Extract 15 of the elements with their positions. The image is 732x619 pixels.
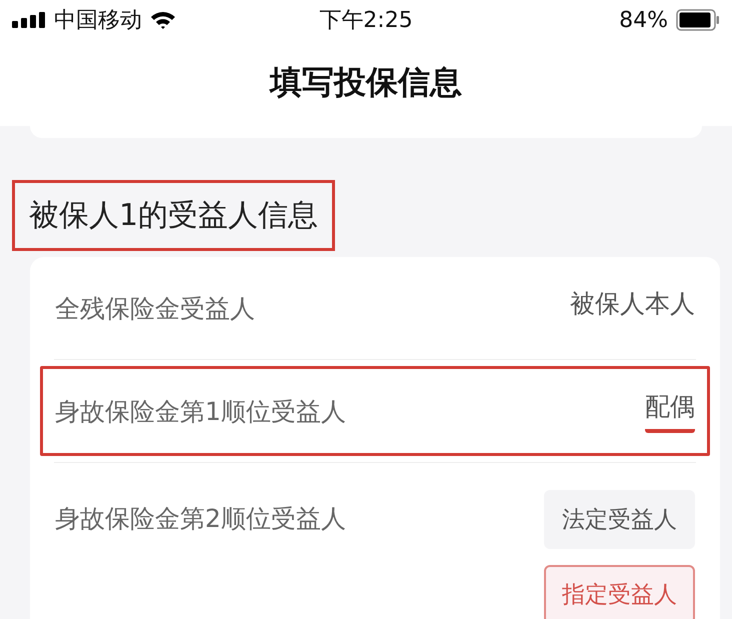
- page-title: 填写投保信息: [270, 62, 462, 103]
- beneficiary-row[interactable]: 全残保险金受益人 被保人本人: [40, 263, 710, 353]
- option-button[interactable]: 指定受益人: [544, 565, 695, 619]
- beneficiary-value: 配偶: [645, 390, 695, 432]
- wifi-icon: [150, 11, 176, 29]
- option-button[interactable]: 法定受益人: [544, 490, 695, 549]
- battery-icon: [676, 9, 720, 31]
- signal-icon: [12, 12, 46, 28]
- row-label: 身故保险金第2顺位受益人: [55, 503, 346, 535]
- battery-percent: 84%: [619, 8, 668, 32]
- status-time: 下午2:25: [319, 7, 413, 35]
- beneficiary-row[interactable]: 身故保险金第1顺位受益人 配偶: [40, 366, 710, 456]
- section-title: 被保人1的受益人信息: [12, 180, 336, 251]
- carrier-name: 中国移动: [54, 7, 142, 35]
- beneficiary-value: 被保人本人: [570, 288, 695, 320]
